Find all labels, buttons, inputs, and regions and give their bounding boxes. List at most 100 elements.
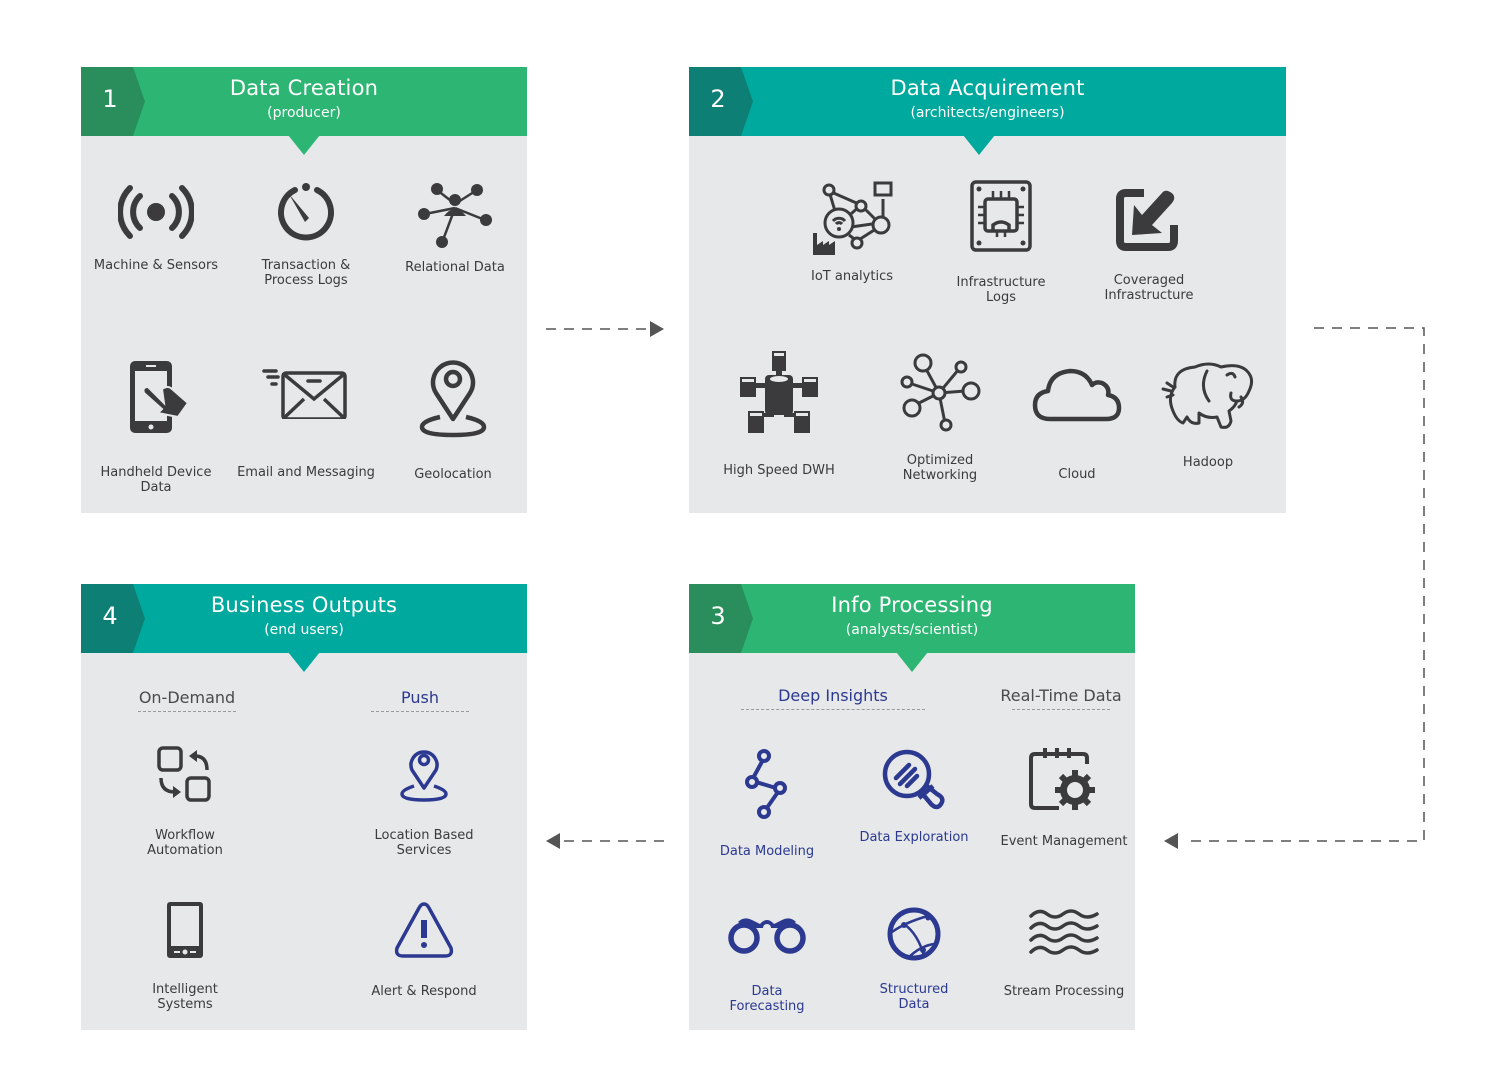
- item-coveraged-infrastructure: Coveraged Infrastructure: [1074, 185, 1224, 303]
- category-push: Push: [360, 688, 480, 712]
- globe-icon: [887, 907, 941, 961]
- category-label: Real-Time Data: [1000, 686, 1122, 705]
- panel-title: Info Processing: [831, 593, 993, 617]
- panel-subtitle: (architects/engineers): [910, 105, 1065, 121]
- item-label: Infrastructure Logs: [956, 275, 1046, 305]
- category-underline: [741, 709, 925, 710]
- panel-subtitle: (end users): [264, 622, 344, 638]
- item-label: Data Modeling: [719, 844, 815, 859]
- category-on-demand: On-Demand: [127, 688, 247, 712]
- item-alert-respond: Alert & Respond: [349, 900, 499, 999]
- item-label: Optimized Networking: [902, 453, 978, 483]
- panel-header: 2 Data Acquirement (architects/engineers…: [689, 67, 1286, 136]
- item-data-exploration: Data Exploration: [839, 748, 989, 845]
- item-stream-processing: Stream Processing: [989, 906, 1139, 999]
- arrow-left-icon: [546, 833, 560, 849]
- item-data-modeling: Data Modeling: [692, 748, 842, 859]
- calendar-gear-icon: [1029, 748, 1095, 810]
- item-label: Intelligent Systems: [152, 982, 218, 1012]
- item-cloud: Cloud: [1002, 367, 1152, 482]
- item-structured-data: Structured Data: [839, 906, 989, 1012]
- item-high-speed-dwh: High Speed DWH: [704, 349, 854, 478]
- waves-icon: [1029, 909, 1099, 955]
- category-deep-insights: Deep Insights: [733, 686, 933, 710]
- item-label: Email and Messaging: [237, 465, 375, 480]
- workflow-swap-icon: [157, 746, 211, 802]
- item-event-management: Event Management: [989, 748, 1139, 849]
- connector-3-to-4: [546, 833, 666, 849]
- chip-board-icon: [970, 180, 1032, 252]
- item-label: Structured Data: [879, 982, 949, 1012]
- item-label: Workflow Automation: [147, 828, 223, 858]
- timer-gauge-icon: [278, 183, 334, 241]
- header-pointer: [963, 135, 995, 155]
- database-cluster-icon: [740, 351, 818, 433]
- map-pin-icon: [419, 360, 487, 438]
- item-intelligent-systems: Intelligent Systems: [110, 900, 260, 1012]
- category-underline: [138, 711, 236, 712]
- item-label: Stream Processing: [1003, 984, 1125, 999]
- item-label: IoT analytics: [811, 269, 893, 284]
- header-pointer: [288, 135, 320, 155]
- panel-business-outputs: 4 Business Outputs (end users) On-Demand…: [81, 584, 527, 1030]
- item-machine-sensors: Machine & Sensors: [81, 182, 231, 273]
- item-label: Geolocation: [414, 467, 492, 482]
- arrow-right-icon: [650, 321, 664, 337]
- category-label: Push: [401, 688, 439, 707]
- item-label: Relational Data: [405, 260, 505, 275]
- item-email-messaging: Email and Messaging: [231, 359, 381, 480]
- category-label: On-Demand: [138, 688, 236, 707]
- panel-title: Data Acquirement: [890, 76, 1085, 100]
- arrow-left-icon: [1164, 833, 1178, 849]
- panel-header: 1 Data Creation (producer): [81, 67, 527, 136]
- warning-triangle-icon: [394, 902, 454, 958]
- item-label: Transaction & Process Logs: [261, 258, 351, 288]
- item-label: Data Forecasting: [729, 984, 805, 1014]
- connector-1-to-2: [546, 321, 664, 337]
- item-geolocation: Geolocation: [378, 357, 528, 482]
- item-optimized-networking: Optimized Networking: [865, 353, 1015, 483]
- magnifier-icon: [882, 749, 945, 810]
- envelope-send-icon: [262, 369, 347, 419]
- phone-touch-icon: [130, 361, 190, 433]
- item-label: Data Exploration: [859, 830, 969, 845]
- panel-header: 4 Business Outputs (end users): [81, 584, 527, 653]
- connector-2-to-3: [1164, 327, 1425, 849]
- wireless-signal-icon: [118, 185, 194, 239]
- category-real-time-data: Real-Time Data: [991, 686, 1131, 710]
- item-label: Machine & Sensors: [93, 258, 219, 273]
- item-location-based-services: Location Based Services: [349, 746, 499, 858]
- item-label: Alert & Respond: [371, 984, 477, 999]
- category-label: Deep Insights: [778, 686, 888, 705]
- panel-title: Business Outputs: [210, 593, 398, 617]
- item-label: Handheld Device Data: [100, 465, 212, 495]
- panel-title: Data Creation: [229, 76, 379, 100]
- category-underline: [1012, 709, 1110, 710]
- panel-subtitle: (producer): [267, 105, 341, 121]
- node-path-icon: [745, 749, 787, 819]
- item-handheld-device: Handheld Device Data: [81, 359, 231, 495]
- tablet-icon: [167, 902, 203, 958]
- network-nodes-icon: [900, 353, 981, 432]
- cloud-icon: [1032, 368, 1122, 422]
- user-network-icon: [418, 183, 492, 248]
- iot-network-icon: [813, 181, 893, 255]
- item-workflow-automation: Workflow Automation: [110, 746, 260, 858]
- item-label: Location Based Services: [374, 828, 474, 858]
- binoculars-icon: [728, 918, 806, 954]
- category-underline: [371, 711, 469, 712]
- item-relational-data: Relational Data: [380, 182, 530, 275]
- panel-data-creation: 1 Data Creation (producer) Machine & Sen…: [81, 67, 527, 513]
- item-data-forecasting: Data Forecasting: [692, 914, 842, 1014]
- header-pointer: [288, 652, 320, 672]
- item-label: Cloud: [1058, 467, 1096, 482]
- panel-header: 3 Info Processing (analysts/scientist): [689, 584, 1135, 653]
- item-label: Coveraged Infrastructure: [1104, 273, 1194, 303]
- header-pointer: [896, 652, 928, 672]
- panel-info-processing: 3 Info Processing (analysts/scientist) D…: [689, 584, 1135, 1030]
- item-infrastructure-logs: Infrastructure Logs: [926, 179, 1076, 305]
- import-arrow-icon: [1116, 189, 1178, 251]
- location-pin-icon: [400, 750, 448, 802]
- panel-subtitle: (analysts/scientist): [845, 622, 979, 638]
- item-iot-analytics: IoT analytics: [777, 181, 927, 284]
